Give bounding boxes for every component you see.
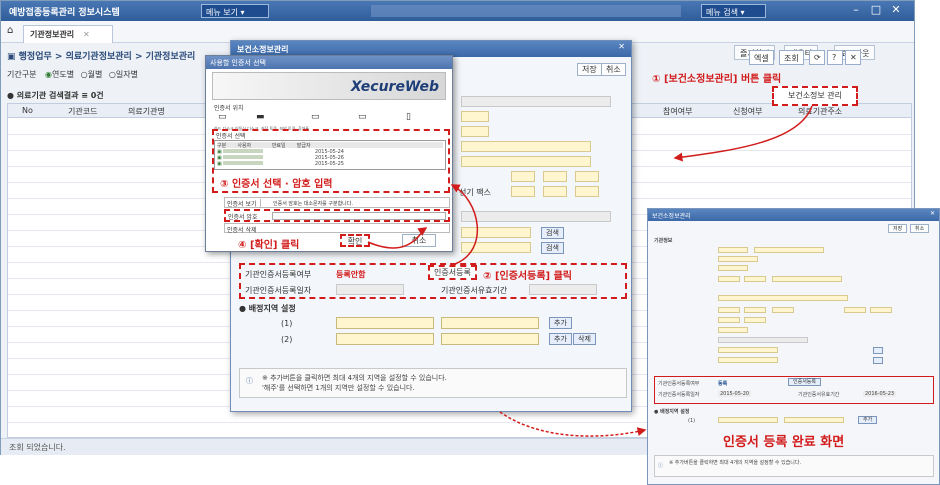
s2-title-text: 보건소정보관리	[652, 213, 691, 220]
s2-region-select-a[interactable]	[718, 417, 778, 423]
s2-field[interactable]	[718, 347, 778, 353]
s2-search-button[interactable]	[873, 347, 883, 354]
s2-field[interactable]	[844, 307, 866, 313]
s2-field[interactable]	[754, 247, 824, 253]
s2-section-title: 기관정보	[654, 238, 673, 244]
s2-notice-text: ※ 추가버튼을 클릭하면 최대 4개의 지역을 설정할 수 있습니다.	[669, 460, 802, 466]
completion-screenshot: 보건소정보관리 ✕ 저장 취소 기관정보 기관인증서등록여부 등록 인증서등록 …	[647, 208, 940, 485]
s2-close-icon[interactable]: ✕	[930, 210, 935, 217]
s2-cert-reg-label: 기관인증서등록여부	[658, 381, 700, 387]
s2-cert-reg-value: 등록	[718, 381, 728, 387]
arrow-to-complete	[499, 411, 647, 437]
s2-field[interactable]	[772, 307, 794, 313]
s2-search-button[interactable]	[873, 357, 883, 364]
s2-field[interactable]	[718, 276, 740, 282]
s2-field[interactable]	[718, 307, 740, 313]
s2-cert-register-button[interactable]: 인증서등록	[788, 378, 822, 386]
completion-annotation: 인증서 등록 완료 화면	[723, 435, 845, 450]
s2-cert-date-label: 기관인증서등록일자	[658, 392, 700, 398]
s2-field[interactable]	[718, 327, 748, 333]
s2-title: 보건소정보관리 ✕	[648, 209, 939, 221]
s2-cert-date-value: 2015-05-20	[718, 391, 752, 397]
s2-field[interactable]	[718, 337, 808, 343]
arrow-step1-to-dialog	[673, 105, 813, 162]
arrow-ok-to-register	[367, 227, 428, 249]
s2-field[interactable]	[718, 256, 758, 262]
s2-field[interactable]	[718, 265, 748, 271]
s2-field[interactable]	[718, 357, 778, 363]
s2-region-text: 배정지역 설정	[660, 409, 690, 415]
s2-region-select-b[interactable]	[784, 417, 844, 423]
s2-field[interactable]	[718, 317, 740, 323]
s2-region-row: (1)	[688, 418, 696, 424]
s2-field[interactable]	[718, 295, 848, 301]
s2-info-icon: ⓘ	[658, 463, 664, 469]
s2-add-button[interactable]: 추가	[858, 416, 878, 424]
s2-field[interactable]	[772, 276, 842, 282]
s2-field[interactable]	[718, 247, 748, 253]
s2-field[interactable]	[870, 307, 892, 313]
s2-notice: ⓘ ※ 추가버튼을 클릭하면 최대 4개의 지역을 설정할 수 있습니다.	[654, 455, 934, 477]
s2-region-title: ● 배정지역 설정	[654, 409, 690, 415]
s2-cert-expire-label: 기관인증서유효기간	[798, 392, 840, 398]
s2-field[interactable]	[744, 307, 766, 313]
s2-cert-expire-value: 2016-05-23	[863, 391, 897, 397]
s2-save-button[interactable]: 저장	[888, 224, 908, 233]
s2-cancel-button[interactable]: 취소	[910, 224, 930, 233]
s2-field[interactable]	[744, 276, 766, 282]
arrow-step2-to-popup	[450, 184, 479, 265]
s2-field[interactable]	[744, 317, 766, 323]
